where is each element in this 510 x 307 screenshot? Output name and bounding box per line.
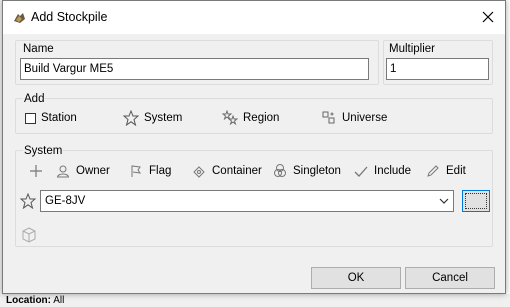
location-value: All — [53, 295, 65, 306]
background-status-line: Location: All — [0, 294, 510, 307]
singleton-label: Singleton — [293, 165, 341, 177]
owner-button[interactable]: Owner — [55, 162, 110, 180]
checkmark-icon — [354, 166, 368, 177]
container-button[interactable]: Container — [191, 162, 262, 180]
chevron-down-icon — [439, 198, 449, 204]
cube-icon[interactable] — [21, 227, 37, 243]
edit-label: Edit — [446, 165, 466, 177]
universe-icon — [322, 111, 335, 124]
include-button[interactable]: Include — [353, 162, 411, 180]
more-options-button[interactable] — [462, 190, 490, 212]
add-station-label: Station — [41, 112, 77, 124]
system-star-icon — [20, 193, 36, 209]
flag-button[interactable]: Flag — [128, 162, 171, 180]
dialog-title: Add Stockpile — [31, 10, 108, 24]
container-icon — [193, 166, 205, 178]
owner-label: Owner — [76, 165, 110, 177]
singleton-button[interactable]: Singleton — [272, 162, 341, 180]
add-station-option[interactable]: Station — [25, 109, 77, 127]
add-stockpile-dialog: Add Stockpile Name Multiplier Add Statio… — [2, 0, 506, 294]
name-label: Name — [23, 43, 54, 55]
close-button[interactable] — [471, 1, 505, 33]
ok-button[interactable]: OK — [311, 267, 401, 289]
flag-icon — [131, 165, 142, 177]
name-field[interactable] — [20, 58, 369, 80]
system-select-value: GE-8JV — [45, 195, 86, 207]
add-universe-label: Universe — [342, 112, 388, 124]
cancel-label: Cancel — [432, 272, 468, 284]
location-label: Location: — [6, 295, 51, 306]
flag-label: Flag — [149, 165, 172, 177]
add-universe-option[interactable]: Universe — [321, 109, 387, 127]
ok-label: OK — [347, 272, 365, 284]
add-system-label: System — [144, 112, 183, 124]
system-group-label: System — [23, 145, 64, 157]
container-label: Container — [212, 165, 262, 177]
plus-icon — [30, 165, 42, 177]
pencil-icon — [427, 165, 439, 177]
add-region-label: Region — [243, 112, 280, 124]
region-stars-icon — [222, 110, 238, 126]
stockpile-app-icon — [14, 13, 25, 23]
add-label: Add — [23, 93, 46, 105]
title-bar: Add Stockpile — [3, 1, 505, 34]
system-star-icon — [123, 110, 139, 126]
station-checkbox-icon — [25, 112, 36, 124]
multiplier-label: Multiplier — [389, 43, 436, 55]
cancel-button[interactable]: Cancel — [405, 267, 495, 289]
add-system-option[interactable]: System — [123, 109, 182, 127]
system-select[interactable]: GE-8JV — [40, 190, 454, 212]
add-region-option[interactable]: Region — [222, 109, 279, 127]
edit-button[interactable]: Edit — [425, 162, 466, 180]
singleton-icon — [274, 164, 286, 177]
multiplier-field[interactable] — [386, 58, 489, 80]
add-filter-button[interactable] — [28, 162, 44, 180]
owner-icon — [56, 165, 70, 178]
include-label: Include — [374, 165, 412, 177]
close-icon — [482, 11, 494, 23]
